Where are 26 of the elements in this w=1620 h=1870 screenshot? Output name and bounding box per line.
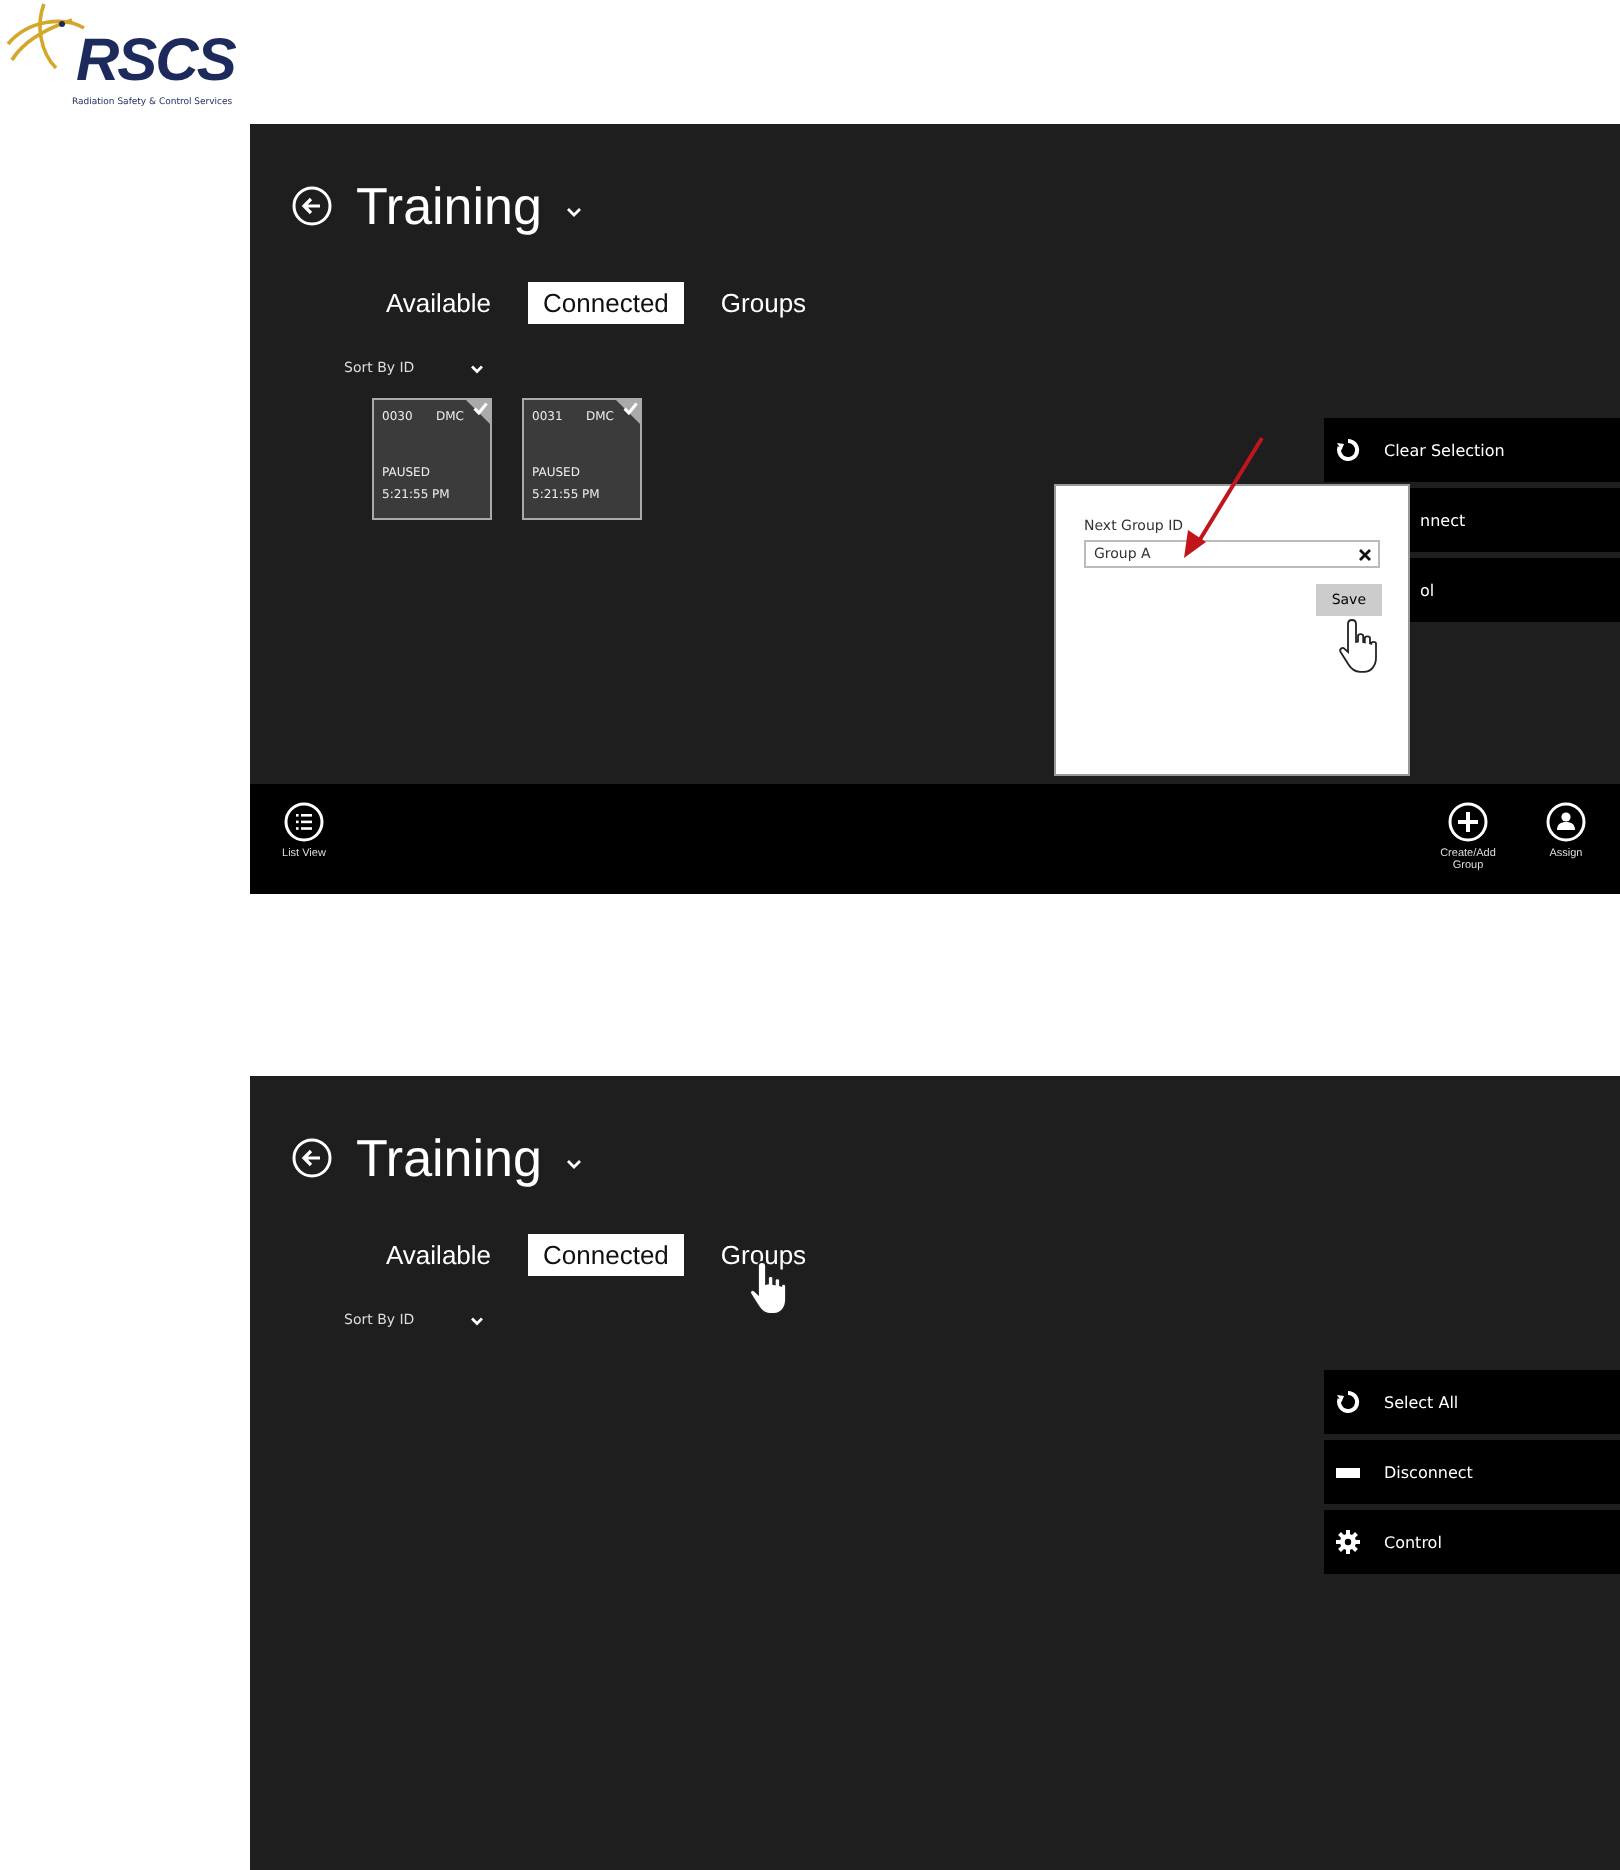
tab[interactable]: Available [370, 1234, 508, 1276]
chevron-down-icon[interactable] [470, 1315, 485, 1325]
logo-name: RSCS [76, 28, 235, 96]
tab[interactable]: Groups [704, 282, 823, 324]
refresh-icon [1336, 438, 1360, 462]
tab[interactable]: Connected [527, 1234, 685, 1276]
tab[interactable]: Available [370, 282, 508, 324]
refresh-icon [1336, 1390, 1360, 1414]
person-icon [1546, 802, 1586, 842]
gear-icon [1336, 1530, 1360, 1554]
menu-item[interactable]: Clear Selection [1324, 418, 1620, 482]
chevron-down-icon[interactable] [565, 206, 582, 218]
tab[interactable]: Groups [704, 1234, 823, 1276]
chevron-down-icon[interactable] [565, 1158, 582, 1170]
menu-item[interactable]: Control [1324, 1510, 1620, 1574]
chevron-down-icon[interactable] [470, 363, 485, 373]
tab[interactable]: Connected [527, 282, 685, 324]
clear-icon[interactable] [1358, 547, 1372, 561]
page-title: Training [356, 1127, 542, 1189]
page-title: Training [356, 175, 542, 237]
plus-icon [1448, 802, 1488, 842]
menu-item[interactable]: Select All [1324, 1370, 1620, 1434]
minus-icon [1336, 1467, 1360, 1477]
list-icon [284, 802, 324, 842]
arrow-icon [1178, 436, 1266, 560]
menu-item[interactable]: Disconnect [1324, 1440, 1620, 1504]
